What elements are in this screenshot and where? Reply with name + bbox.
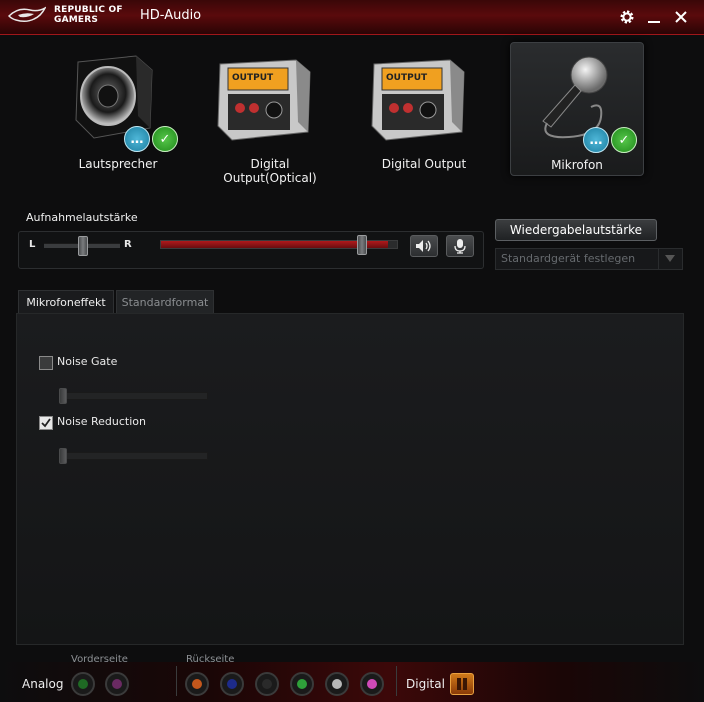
- digital-output-icon: OUTPUT: [371, 59, 465, 141]
- jack-core: [297, 679, 307, 689]
- brand-line-2: GAMERS: [54, 15, 99, 25]
- gear-icon: [620, 10, 634, 24]
- noise-gate-checkbox[interactable]: [39, 356, 53, 370]
- jack-core: [78, 679, 88, 689]
- brand-line-1: REPUBLIC OF: [54, 5, 123, 15]
- device-digital-output[interactable]: OUTPUT Digital Output: [358, 42, 490, 174]
- volume-slider-fill: [161, 241, 388, 248]
- spdif-icon: [457, 678, 467, 690]
- device-microphone[interactable]: … ✓ Mikrofon: [510, 42, 644, 176]
- window-title: HD-Audio: [140, 8, 202, 23]
- microphone-icon: [542, 56, 608, 139]
- rear-jack-black[interactable]: [255, 672, 279, 696]
- minimize-icon: [648, 21, 660, 23]
- speaker-volume-button[interactable]: [410, 235, 438, 257]
- device-label: Lautsprecher: [78, 157, 158, 171]
- tab-microphone-effect[interactable]: Mikrofoneffekt: [18, 290, 114, 313]
- noise-gate-slider-track[interactable]: [60, 392, 208, 400]
- jack-core: [112, 679, 122, 689]
- dropdown-divider: [658, 249, 659, 269]
- brand-text: REPUBLIC OF GAMERS: [54, 5, 123, 25]
- close-button[interactable]: [670, 6, 692, 28]
- rear-jack-gray[interactable]: [325, 672, 349, 696]
- balance-slider-thumb[interactable]: [78, 236, 88, 256]
- close-icon: [675, 11, 687, 23]
- jack-divider: [176, 666, 177, 696]
- noise-gate-slider-thumb[interactable]: [59, 388, 67, 404]
- jack-core: [227, 679, 237, 689]
- minimize-button[interactable]: [643, 6, 665, 28]
- device-speakers[interactable]: … ✓ Lautsprecher: [52, 42, 184, 174]
- balance-left-label: L: [29, 239, 36, 250]
- jack-core: [262, 679, 272, 689]
- speaker-volume-icon: [416, 240, 431, 252]
- noise-reduction-slider-thumb[interactable]: [59, 448, 67, 464]
- analog-label: Analog: [22, 677, 64, 691]
- rear-jack-orange[interactable]: [185, 672, 209, 696]
- jack-divider: [396, 666, 397, 696]
- jack-core: [332, 679, 342, 689]
- rear-jack-pink[interactable]: [360, 672, 384, 696]
- front-jack-pink[interactable]: [105, 672, 129, 696]
- recording-volume-title: Aufnahmelautstärke: [26, 211, 138, 224]
- check-status-icon: ✓: [152, 126, 178, 152]
- front-jack-green[interactable]: [71, 672, 95, 696]
- digital-label: Digital: [406, 677, 445, 691]
- balance-right-label: R: [124, 239, 132, 250]
- default-device-placeholder: Standardgerät festlegen: [501, 252, 636, 265]
- microphone-mute-icon: [454, 239, 466, 254]
- noise-gate-label: Noise Gate: [57, 355, 118, 368]
- check-status-icon: ✓: [611, 127, 637, 153]
- digital-output-jack[interactable]: [450, 673, 474, 695]
- rog-logo-icon: [8, 6, 46, 23]
- chat-status-icon: …: [124, 126, 150, 152]
- tab-default-format[interactable]: Standardformat: [116, 290, 214, 313]
- chevron-down-icon: [665, 255, 675, 262]
- digital-output-icon: OUTPUT: [217, 59, 311, 141]
- default-device-dropdown[interactable]: Standardgerät festlegen: [495, 248, 683, 270]
- svg-text:OUTPUT: OUTPUT: [232, 73, 274, 83]
- device-digital-output-optical[interactable]: OUTPUT Digital Output(Optical): [204, 42, 336, 185]
- volume-slider-thumb[interactable]: [356, 235, 367, 255]
- chat-status-icon: …: [583, 127, 609, 153]
- rear-panel-label: Rückseite: [186, 654, 235, 665]
- checkmark-icon: [41, 418, 51, 428]
- playback-volume-button[interactable]: Wiedergabelautstärke: [495, 219, 657, 241]
- rear-jack-green[interactable]: [290, 672, 314, 696]
- device-label: Digital Output(Optical): [223, 157, 317, 185]
- title-bar: REPUBLIC OF GAMERS HD-Audio: [0, 0, 704, 35]
- noise-reduction-slider-track[interactable]: [60, 452, 208, 460]
- jack-core: [367, 679, 377, 689]
- noise-reduction-label: Noise Reduction: [57, 415, 146, 428]
- noise-reduction-checkbox[interactable]: [39, 416, 53, 430]
- rear-jack-blue[interactable]: [220, 672, 244, 696]
- svg-text:OUTPUT: OUTPUT: [386, 73, 428, 83]
- device-label: Mikrofon: [551, 158, 603, 172]
- device-label: Digital Output: [381, 157, 467, 171]
- settings-button[interactable]: [616, 6, 638, 28]
- jack-core: [192, 679, 202, 689]
- front-panel-label: Vorderseite: [71, 654, 128, 665]
- microphone-mute-button[interactable]: [446, 235, 474, 257]
